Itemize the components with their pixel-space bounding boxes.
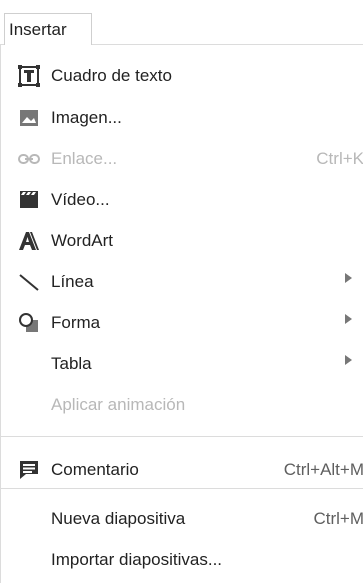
menu-item-shortcut: Ctrl+M — [313, 509, 363, 528]
menu-item-video[interactable]: Vídeo... — [1, 182, 363, 218]
video-icon — [20, 191, 38, 208]
menu-item-apply-animation[interactable]: Aplicar animación — [1, 387, 363, 423]
menu-separator — [1, 436, 363, 437]
menu-item-import-slides[interactable]: Importar diapositivas... — [1, 542, 363, 578]
menu-item-link[interactable]: Enlace... Ctrl+K — [1, 141, 363, 177]
menu-item-label: Línea — [51, 272, 94, 291]
menu-item-label: Cuadro de texto — [51, 66, 172, 85]
tab-insertar[interactable]: Insertar — [4, 13, 92, 45]
menu-item-label: Aplicar animación — [51, 395, 186, 414]
submenu-arrow-icon — [345, 355, 352, 365]
menu-bar: Insertar — [0, 0, 363, 45]
menu-item-shortcut: Ctrl+K — [316, 149, 363, 168]
text-box-icon — [18, 65, 40, 87]
menu-item-label: Forma — [51, 313, 101, 332]
menu-item-new-slide[interactable]: Nueva diapositiva Ctrl+M — [1, 501, 363, 537]
wordart-icon — [19, 232, 39, 250]
menu-separator — [1, 488, 363, 489]
menu-item-shape[interactable]: Forma — [1, 305, 363, 341]
menu-item-label: Comentario — [51, 460, 139, 479]
submenu-arrow-icon — [345, 314, 352, 324]
menu-item-text-box[interactable]: Cuadro de texto — [1, 58, 363, 94]
menu-item-wordart[interactable]: WordArt — [1, 223, 363, 259]
insert-dropdown-menu: Cuadro de texto Imagen... Enlace... Ctrl… — [0, 45, 363, 583]
line-icon — [19, 274, 39, 291]
menu-item-label: Imagen... — [51, 108, 122, 127]
menu-item-table[interactable]: Tabla — [1, 346, 363, 382]
tab-label: Insertar — [9, 19, 67, 39]
menu-item-shortcut: Ctrl+Alt+M — [283, 460, 363, 479]
insert-menu-screen: Insertar Cuadro de texto Imagen... Enlac… — [0, 0, 363, 583]
menu-item-image[interactable]: Imagen... — [1, 100, 363, 136]
submenu-arrow-icon — [345, 273, 352, 283]
menu-item-line[interactable]: Línea — [1, 264, 363, 300]
menu-item-comment[interactable]: Comentario Ctrl+Alt+M — [1, 452, 363, 488]
menu-item-label: Tabla — [51, 354, 92, 373]
comment-icon — [20, 461, 38, 479]
menu-item-label: Vídeo... — [51, 190, 110, 209]
menu-item-label: Nueva diapositiva — [51, 509, 186, 528]
menu-item-label: WordArt — [51, 231, 114, 250]
menu-item-label: Enlace... — [51, 149, 118, 168]
menu-item-label: Importar diapositivas... — [51, 550, 223, 569]
shape-icon — [19, 313, 38, 332]
image-icon — [20, 110, 38, 126]
link-icon — [18, 154, 40, 164]
